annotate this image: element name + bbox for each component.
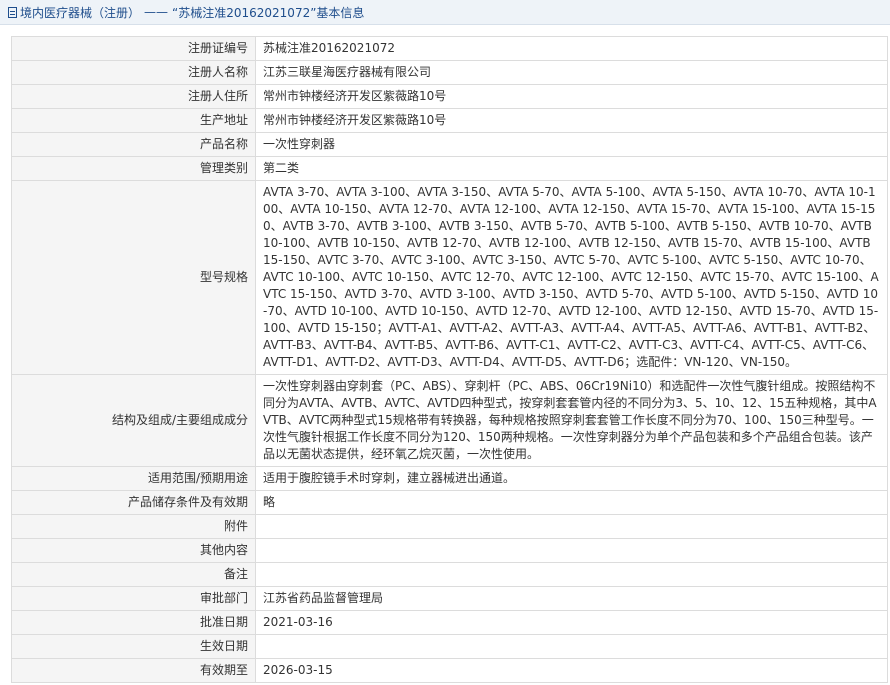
page-title: “苏械注准20162021072”基本信息 (172, 5, 365, 20)
table-row: 有效期至 2026-03-15 (11, 658, 888, 683)
row-value: 一次性穿刺器由穿刺套（PC、ABS）、穿刺杆（PC、ABS、06Cr19Ni10… (255, 374, 888, 467)
row-value: 略 (255, 490, 888, 515)
table-row: 注册人住所 常州市钟楼经济开发区紫薇路10号 (11, 84, 888, 109)
row-label: 适用范围/预期用途 (11, 466, 256, 491)
row-label: 生产地址 (11, 108, 256, 133)
table-row: 审批部门 江苏省药品监督管理局 (11, 586, 888, 611)
table-row: 批准日期 2021-03-16 (11, 610, 888, 635)
row-label: 管理类别 (11, 156, 256, 181)
row-label: 注册人名称 (11, 60, 256, 85)
row-value: 常州市钟楼经济开发区紫薇路10号 (255, 84, 888, 109)
row-label: 备注 (11, 562, 256, 587)
table-row: 附件 (11, 514, 888, 539)
table-row: 型号规格 AVTA 3-70、AVTA 3-100、AVTA 3-150、AVT… (11, 180, 888, 375)
row-label: 生效日期 (11, 634, 256, 659)
row-value (255, 514, 888, 539)
table-row: 注册人名称 江苏三联星海医疗器械有限公司 (11, 60, 888, 85)
row-label: 附件 (11, 514, 256, 539)
row-value: 2026-03-15 (255, 658, 888, 683)
row-value: AVTA 3-70、AVTA 3-100、AVTA 3-150、AVTA 5-7… (255, 180, 888, 375)
row-value (255, 538, 888, 563)
table-row: 适用范围/预期用途 适用于腹腔镜手术时穿刺，建立器械进出通道。 (11, 466, 888, 491)
row-label: 有效期至 (11, 658, 256, 683)
row-value: 第二类 (255, 156, 888, 181)
row-value: 2021-03-16 (255, 610, 888, 635)
row-label: 其他内容 (11, 538, 256, 563)
table-row: 产品储存条件及有效期 略 (11, 490, 888, 515)
row-value (255, 562, 888, 587)
table-row: 生产地址 常州市钟楼经济开发区紫薇路10号 (11, 108, 888, 133)
row-value: 江苏省药品监督管理局 (255, 586, 888, 611)
table-row: 结构及组成/主要组成成分 一次性穿刺器由穿刺套（PC、ABS）、穿刺杆（PC、A… (11, 374, 888, 467)
row-value: 苏械注准20162021072 (255, 36, 888, 61)
breadcrumb-root[interactable]: 境内医疗器械（注册） (20, 4, 140, 21)
breadcrumb-separator: —— (144, 5, 169, 19)
document-icon (8, 6, 17, 18)
row-label: 批准日期 (11, 610, 256, 635)
table-row: 产品名称 一次性穿刺器 (11, 132, 888, 157)
table-row: 管理类别 第二类 (11, 156, 888, 181)
row-label: 产品储存条件及有效期 (11, 490, 256, 515)
table-row: 备注 (11, 562, 888, 587)
row-label: 产品名称 (11, 132, 256, 157)
row-label: 注册人住所 (11, 84, 256, 109)
row-value: 适用于腹腔镜手术时穿刺，建立器械进出通道。 (255, 466, 888, 491)
row-label: 结构及组成/主要组成成分 (11, 374, 256, 467)
table-row: 注册证编号 苏械注准20162021072 (11, 36, 888, 61)
row-value: 一次性穿刺器 (255, 132, 888, 157)
table-row: 生效日期 (11, 634, 888, 659)
detail-table: 注册证编号 苏械注准20162021072 注册人名称 江苏三联星海医疗器械有限… (11, 36, 888, 683)
row-value: 江苏三联星海医疗器械有限公司 (255, 60, 888, 85)
row-label: 注册证编号 (11, 36, 256, 61)
row-label: 型号规格 (11, 180, 256, 375)
table-row: 其他内容 (11, 538, 888, 563)
row-label: 审批部门 (11, 586, 256, 611)
row-value: 常州市钟楼经济开发区紫薇路10号 (255, 108, 888, 133)
page-header: 境内医疗器械（注册） —— “苏械注准20162021072”基本信息 (0, 0, 890, 25)
row-value (255, 634, 888, 659)
